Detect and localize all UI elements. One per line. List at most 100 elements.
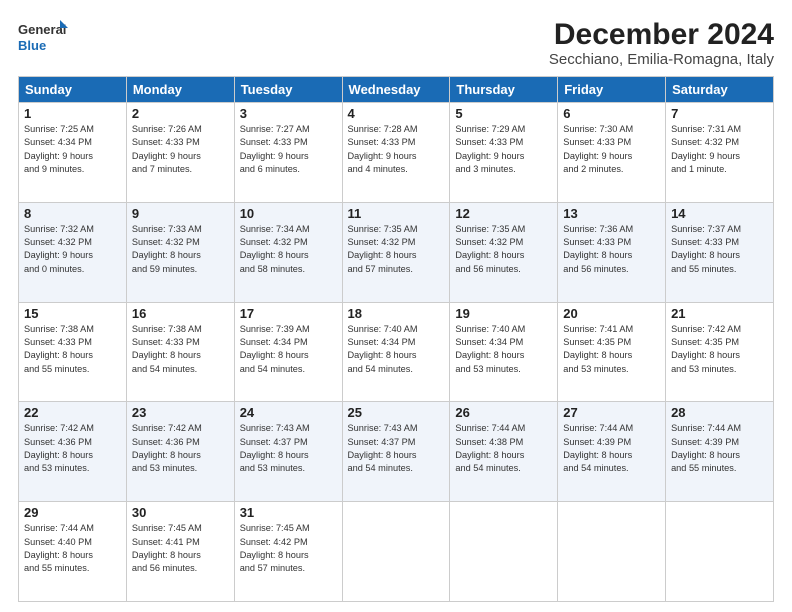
day-number: 8 — [24, 206, 121, 221]
day-info: Sunrise: 7:45 AMSunset: 4:41 PMDaylight:… — [132, 522, 229, 575]
day-cell: 30 Sunrise: 7:45 AMSunset: 4:41 PMDayligh… — [126, 502, 234, 602]
day-info: Sunrise: 7:38 AMSunset: 4:33 PMDaylight:… — [132, 323, 229, 376]
day-info: Sunrise: 7:43 AMSunset: 4:37 PMDaylight:… — [348, 422, 445, 475]
week-row-4: 22Sunrise: 7:42 AMSunset: 4:36 PMDayligh… — [19, 402, 774, 502]
day-cell: 14Sunrise: 7:37 AMSunset: 4:33 PMDayligh… — [666, 202, 774, 302]
day-number: 21 — [671, 306, 768, 321]
page: General Blue December 2024 Secchiano, Em… — [0, 0, 792, 612]
subtitle: Secchiano, Emilia-Romagna, Italy — [549, 51, 774, 68]
logo: General Blue — [18, 18, 68, 56]
day-number: 1 — [24, 106, 121, 121]
day-number: 15 — [24, 306, 121, 321]
day-number: 29 — [24, 505, 121, 520]
day-number: 7 — [671, 106, 768, 121]
day-number: 24 — [240, 405, 337, 420]
day-info: Sunrise: 7:44 AMSunset: 4:38 PMDaylight:… — [455, 422, 552, 475]
day-number: 14 — [671, 206, 768, 221]
day-cell: 27 Sunrise: 7:44 AMSunset: 4:39 PMDayligh… — [558, 402, 666, 502]
day-cell: 16 Sunrise: 7:38 AMSunset: 4:33 PMDayligh… — [126, 302, 234, 402]
svg-text:General: General — [18, 22, 66, 37]
day-info: Sunrise: 7:44 AMSunset: 4:39 PMDaylight:… — [563, 422, 660, 475]
day-cell — [558, 502, 666, 602]
day-info: Sunrise: 7:42 AMSunset: 4:36 PMDaylight:… — [24, 422, 121, 475]
day-number: 23 — [132, 405, 229, 420]
day-info: Sunrise: 7:45 AMSunset: 4:42 PMDaylight:… — [240, 522, 337, 575]
day-number: 9 — [132, 206, 229, 221]
svg-text:Blue: Blue — [18, 38, 46, 53]
day-cell: 4 Sunrise: 7:28 AMSunset: 4:33 PMDaylight… — [342, 103, 450, 203]
day-number: 20 — [563, 306, 660, 321]
week-row-2: 8 Sunrise: 7:32 AMSunset: 4:32 PMDaylight… — [19, 202, 774, 302]
day-cell: 13Sunrise: 7:36 AMSunset: 4:33 PMDayligh… — [558, 202, 666, 302]
day-info: Sunrise: 7:31 AMSunset: 4:32 PMDaylight:… — [671, 123, 768, 176]
day-cell: 25Sunrise: 7:43 AMSunset: 4:37 PMDayligh… — [342, 402, 450, 502]
day-number: 19 — [455, 306, 552, 321]
day-info: Sunrise: 7:30 AMSunset: 4:33 PMDaylight:… — [563, 123, 660, 176]
day-info: Sunrise: 7:40 AMSunset: 4:34 PMDaylight:… — [455, 323, 552, 376]
day-cell — [666, 502, 774, 602]
day-cell: 26Sunrise: 7:44 AMSunset: 4:38 PMDayligh… — [450, 402, 558, 502]
day-number: 28 — [671, 405, 768, 420]
day-info: Sunrise: 7:27 AMSunset: 4:33 PMDaylight:… — [240, 123, 337, 176]
day-cell: 15 Sunrise: 7:38 AMSunset: 4:33 PMDayligh… — [19, 302, 127, 402]
header-friday: Friday — [558, 77, 666, 103]
main-title: December 2024 — [549, 18, 774, 51]
day-cell: 19 Sunrise: 7:40 AMSunset: 4:34 PMDayligh… — [450, 302, 558, 402]
day-cell: 22Sunrise: 7:42 AMSunset: 4:36 PMDayligh… — [19, 402, 127, 502]
day-info: Sunrise: 7:44 AMSunset: 4:40 PMDaylight:… — [24, 522, 121, 575]
day-info: Sunrise: 7:41 AMSunset: 4:35 PMDaylight:… — [563, 323, 660, 376]
day-info: Sunrise: 7:36 AMSunset: 4:33 PMDaylight:… — [563, 223, 660, 276]
day-info: Sunrise: 7:35 AMSunset: 4:32 PMDaylight:… — [455, 223, 552, 276]
day-cell: 18 Sunrise: 7:40 AMSunset: 4:34 PMDayligh… — [342, 302, 450, 402]
week-row-1: 1 Sunrise: 7:25 AMSunset: 4:34 PMDaylight… — [19, 103, 774, 203]
day-cell: 29 Sunrise: 7:44 AMSunset: 4:40 PMDayligh… — [19, 502, 127, 602]
day-info: Sunrise: 7:44 AMSunset: 4:39 PMDaylight:… — [671, 422, 768, 475]
day-info: Sunrise: 7:38 AMSunset: 4:33 PMDaylight:… — [24, 323, 121, 376]
day-cell: 11 Sunrise: 7:35 AMSunset: 4:32 PMDayligh… — [342, 202, 450, 302]
logo-svg: General Blue — [18, 18, 68, 56]
header-monday: Monday — [126, 77, 234, 103]
day-number: 2 — [132, 106, 229, 121]
day-info: Sunrise: 7:28 AMSunset: 4:33 PMDaylight:… — [348, 123, 445, 176]
day-number: 30 — [132, 505, 229, 520]
day-cell: 7 Sunrise: 7:31 AMSunset: 4:32 PMDaylight… — [666, 103, 774, 203]
day-number: 17 — [240, 306, 337, 321]
calendar-body: 1 Sunrise: 7:25 AMSunset: 4:34 PMDaylight… — [19, 103, 774, 602]
day-cell: 10Sunrise: 7:34 AMSunset: 4:32 PMDayligh… — [234, 202, 342, 302]
day-info: Sunrise: 7:32 AMSunset: 4:32 PMDaylight:… — [24, 223, 121, 276]
day-cell: 20 Sunrise: 7:41 AMSunset: 4:35 PMDayligh… — [558, 302, 666, 402]
day-info: Sunrise: 7:35 AMSunset: 4:32 PMDaylight:… — [348, 223, 445, 276]
header-saturday: Saturday — [666, 77, 774, 103]
day-info: Sunrise: 7:25 AMSunset: 4:34 PMDaylight:… — [24, 123, 121, 176]
day-cell: 3 Sunrise: 7:27 AMSunset: 4:33 PMDaylight… — [234, 103, 342, 203]
day-cell: 5 Sunrise: 7:29 AMSunset: 4:33 PMDaylight… — [450, 103, 558, 203]
day-number: 11 — [348, 206, 445, 221]
day-number: 3 — [240, 106, 337, 121]
day-info: Sunrise: 7:42 AMSunset: 4:36 PMDaylight:… — [132, 422, 229, 475]
day-number: 31 — [240, 505, 337, 520]
day-cell: 1 Sunrise: 7:25 AMSunset: 4:34 PMDaylight… — [19, 103, 127, 203]
week-row-3: 15 Sunrise: 7:38 AMSunset: 4:33 PMDayligh… — [19, 302, 774, 402]
day-info: Sunrise: 7:40 AMSunset: 4:34 PMDaylight:… — [348, 323, 445, 376]
day-cell: 21 Sunrise: 7:42 AMSunset: 4:35 PMDayligh… — [666, 302, 774, 402]
header-thursday: Thursday — [450, 77, 558, 103]
day-number: 4 — [348, 106, 445, 121]
day-cell — [450, 502, 558, 602]
day-cell — [342, 502, 450, 602]
day-cell: 17Sunrise: 7:39 AMSunset: 4:34 PMDayligh… — [234, 302, 342, 402]
day-info: Sunrise: 7:33 AMSunset: 4:32 PMDaylight:… — [132, 223, 229, 276]
day-info: Sunrise: 7:29 AMSunset: 4:33 PMDaylight:… — [455, 123, 552, 176]
day-number: 18 — [348, 306, 445, 321]
day-number: 16 — [132, 306, 229, 321]
day-number: 27 — [563, 405, 660, 420]
calendar-table: SundayMondayTuesdayWednesdayThursdayFrid… — [18, 76, 774, 602]
day-cell: 12 Sunrise: 7:35 AMSunset: 4:32 PMDayligh… — [450, 202, 558, 302]
day-number: 5 — [455, 106, 552, 121]
day-info: Sunrise: 7:34 AMSunset: 4:32 PMDaylight:… — [240, 223, 337, 276]
day-cell: 23 Sunrise: 7:42 AMSunset: 4:36 PMDayligh… — [126, 402, 234, 502]
calendar-header-row: SundayMondayTuesdayWednesdayThursdayFrid… — [19, 77, 774, 103]
header: General Blue December 2024 Secchiano, Em… — [18, 18, 774, 68]
day-info: Sunrise: 7:26 AMSunset: 4:33 PMDaylight:… — [132, 123, 229, 176]
day-number: 12 — [455, 206, 552, 221]
day-info: Sunrise: 7:42 AMSunset: 4:35 PMDaylight:… — [671, 323, 768, 376]
